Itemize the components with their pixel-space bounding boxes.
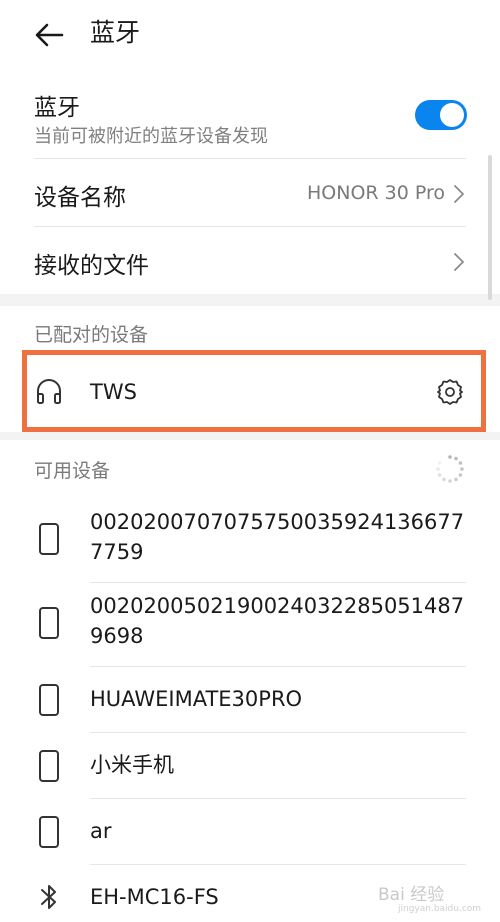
device-name-row[interactable]: 设备名称 HONOR 30 Pro (0, 160, 500, 226)
divider (34, 226, 466, 227)
device-name-line1: 小米手机 (90, 753, 174, 777)
device-name-line1: HUAWEIMATE30PRO (90, 687, 303, 711)
paired-section-label: 已配对的设备 (34, 324, 149, 346)
available-device-3[interactable]: HUAWEIMATE30PRO (0, 668, 500, 732)
headphones-icon (37, 379, 61, 404)
phone-icon (39, 816, 59, 848)
divider (90, 582, 466, 583)
phone-icon (39, 750, 59, 782)
divider (34, 158, 466, 159)
device-name-line1: 0020200502190024032285051487 (90, 594, 465, 618)
bluetooth-toggle-switch[interactable] (415, 100, 467, 130)
gear-icon[interactable] (436, 378, 464, 406)
device-name-line1: 0020200707075750035924136677 (90, 510, 465, 534)
phone-icon (39, 607, 59, 639)
divider (90, 798, 466, 799)
bluetooth-subtitle: 当前可被附近的蓝牙设备发现 (34, 126, 268, 147)
divider (90, 732, 466, 733)
device-name-line2: 7759 (90, 540, 144, 564)
section-gap (0, 294, 500, 306)
bluetooth-icon (41, 885, 56, 909)
app-header: 蓝牙 (0, 0, 500, 70)
available-device-1[interactable]: 0020200707075750035924136677 7759 (0, 500, 500, 582)
watermark-url: jingyan.baidu.com (398, 904, 482, 914)
section-gap (0, 432, 500, 440)
received-files-label: 接收的文件 (34, 253, 149, 279)
device-name-line2: 9698 (90, 624, 144, 648)
divider (90, 864, 466, 865)
received-files-row[interactable]: 接收的文件 (0, 228, 500, 294)
paired-device-tws[interactable]: TWS (0, 356, 500, 428)
available-section-label: 可用设备 (34, 460, 111, 482)
phone-icon (39, 684, 59, 716)
toggle-knob (440, 103, 464, 127)
watermark-logo: Bai 经验 (378, 885, 445, 905)
available-device-4[interactable]: 小米手机 (0, 734, 500, 798)
device-name-label: 设备名称 (34, 185, 126, 211)
device-name-value: HONOR 30 Pro (306, 182, 445, 204)
phone-icon (39, 523, 59, 555)
device-name-line1: EH-MC16-FS (90, 885, 219, 909)
available-device-2[interactable]: 0020200502190024032285051487 9698 (0, 584, 500, 666)
bluetooth-label: 蓝牙 (34, 95, 80, 121)
paired-device-name: TWS (90, 380, 137, 404)
scrollbar[interactable] (488, 155, 492, 300)
loading-spinner-icon (436, 455, 464, 483)
device-name-line1: ar (90, 819, 112, 843)
chevron-right-icon (454, 185, 464, 203)
chevron-right-icon (454, 253, 464, 271)
available-device-5[interactable]: ar (0, 800, 500, 864)
page-title: 蓝牙 (90, 18, 141, 47)
divider (90, 666, 466, 667)
back-arrow-icon[interactable] (32, 18, 66, 52)
